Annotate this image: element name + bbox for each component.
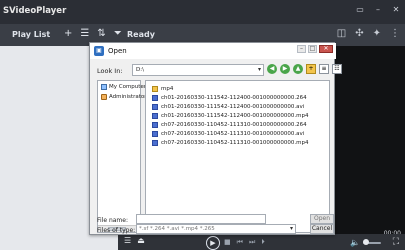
- file-name: ch07-20160330-110452-111310-001000000000…: [161, 140, 309, 146]
- dialog-nav-buttons: ◀ ▶ ▲ + ≡ ☷: [267, 64, 342, 74]
- look-in-select[interactable]: D:\ ▾: [132, 64, 264, 76]
- file-row[interactable]: ch07-20160330-110452-111310-001000000000…: [152, 121, 307, 129]
- more-icon[interactable]: ⋮: [390, 29, 400, 39]
- filter-icon[interactable]: ⏷: [114, 29, 122, 39]
- new-folder-icon[interactable]: +: [306, 64, 316, 74]
- player-controls: ☰ ⏏ ▶ ■ ⏮ ⏭ ⏵ 🔈 ⛶: [118, 234, 405, 250]
- computer-icon: [101, 84, 107, 90]
- places-sidebar: My Computer Administrator: [97, 80, 147, 233]
- file-name: ch01-20160330-111542-112400-001000000000…: [161, 95, 307, 101]
- back-icon[interactable]: ◀: [267, 64, 277, 74]
- transport-controls: ■ ⏮ ⏭ ⏵: [224, 238, 265, 247]
- list-icon[interactable]: ☰: [80, 29, 89, 39]
- status-text: Ready: [127, 30, 155, 39]
- files-of-type-label: Files of type:: [97, 227, 136, 234]
- playlist-label: Play List: [12, 30, 51, 39]
- restore-icon[interactable]: –: [373, 6, 383, 16]
- dialog-minimize-icon[interactable]: –: [297, 45, 306, 53]
- fullscreen-icon[interactable]: ⛶: [393, 237, 399, 247]
- volume-control[interactable]: 🔈: [350, 238, 381, 247]
- pin-icon[interactable]: ✦: [373, 29, 381, 39]
- step-icon[interactable]: ⏵: [261, 238, 265, 247]
- dialog-maximize-icon[interactable]: □: [308, 45, 317, 53]
- volume-knob[interactable]: [363, 238, 369, 245]
- place-label: My Computer: [109, 84, 147, 90]
- minimize-icon[interactable]: ▭: [355, 6, 365, 16]
- window-controls: ▭ – ✕: [355, 6, 401, 16]
- file-row[interactable]: ch01-20160330-111542-112400-001000000000…: [152, 94, 307, 102]
- app-title: SVideoPlayer: [3, 6, 67, 16]
- place-label: Administrator: [109, 94, 147, 100]
- app-window: SVideoPlayer ▭ – ✕ Play List + ☰ ⇅ ⏷ Rea…: [0, 0, 405, 250]
- open-file-dialog: ▣ Open – □ ✕ Look In: D:\ ▾ ◀ ▶ ▲ + ≡ ☷ …: [89, 42, 342, 235]
- chevron-down-icon: ▾: [289, 225, 293, 232]
- file-row[interactable]: ch01-20160330-111542-112400-001000000000…: [152, 112, 309, 120]
- menu-icon[interactable]: ☰: [124, 237, 131, 245]
- screenshot-icon[interactable]: ◫: [337, 29, 346, 39]
- video-file-icon: [152, 131, 158, 137]
- open-button[interactable]: Open: [310, 214, 334, 224]
- forward-icon[interactable]: ▶: [280, 64, 290, 74]
- dialog-title: Open: [108, 47, 127, 55]
- file-name: ch01-20160330-111542-112400-001000000000…: [161, 104, 305, 110]
- folder-icon: [152, 86, 158, 92]
- next-icon[interactable]: ⏭: [249, 238, 255, 247]
- files-of-type-value: *.sf *.264 *.avi *.mp4 *.265: [139, 226, 215, 232]
- file-list: mp4 ch01-20160330-111542-112400-00100000…: [145, 80, 330, 233]
- play-icon: ▶: [210, 239, 216, 247]
- file-row[interactable]: ch01-20160330-111542-112400-001000000000…: [152, 103, 304, 111]
- play-button[interactable]: ▶: [206, 236, 220, 250]
- toolbar-right-actions: ◫ ✣ ✦ ⋮: [337, 29, 400, 39]
- crop-icon[interactable]: ✣: [355, 29, 363, 39]
- file-name: mp4: [161, 86, 174, 92]
- look-in-label: Look In:: [97, 67, 123, 75]
- playlist-actions: + ☰ ⇅ ⏷: [64, 29, 122, 39]
- file-name-label: File name:: [97, 217, 128, 224]
- dialog-window-controls: – □ ✕: [297, 45, 333, 53]
- list-view-icon[interactable]: ≡: [319, 64, 329, 74]
- file-name: ch01-20160330-111542-112400-001000000000…: [161, 113, 309, 119]
- place-my-computer[interactable]: My Computer: [101, 84, 146, 90]
- user-icon: [101, 94, 107, 100]
- close-icon[interactable]: ✕: [391, 6, 401, 16]
- video-file-icon: [152, 104, 158, 110]
- chevron-down-icon: ▾: [257, 66, 261, 73]
- file-name: ch07-20160330-110452-111310-001000000000…: [161, 122, 307, 128]
- volume-icon[interactable]: 🔈: [350, 238, 360, 247]
- video-file-icon: [152, 140, 158, 146]
- look-in-value: D:\: [136, 67, 144, 73]
- file-row[interactable]: mp4: [152, 85, 173, 93]
- place-administrator[interactable]: Administrator: [101, 94, 147, 100]
- dialog-app-icon: ▣: [94, 46, 104, 56]
- title-bar: SVideoPlayer ▭ – ✕: [0, 0, 405, 24]
- dialog-titlebar: ▣ Open – □ ✕: [90, 43, 336, 59]
- eject-icon[interactable]: ⏏: [137, 237, 145, 245]
- video-file-icon: [152, 122, 158, 128]
- file-name: ch07-20160330-110452-111310-001000000000…: [161, 131, 305, 137]
- prev-icon[interactable]: ⏮: [237, 238, 243, 247]
- file-name-input[interactable]: [136, 214, 266, 224]
- video-file-icon: [152, 113, 158, 119]
- stop-icon[interactable]: ■: [224, 238, 231, 247]
- cancel-button[interactable]: Cancel: [310, 224, 334, 234]
- video-file-icon: [152, 95, 158, 101]
- files-of-type-select[interactable]: *.sf *.264 *.avi *.mp4 *.265 ▾: [136, 224, 296, 234]
- volume-slider[interactable]: [363, 238, 381, 245]
- up-icon[interactable]: ▲: [293, 64, 303, 74]
- dialog-close-icon[interactable]: ✕: [319, 45, 333, 53]
- sort-icon[interactable]: ⇅: [97, 29, 105, 39]
- left-controls: ☰ ⏏: [124, 237, 145, 245]
- file-row[interactable]: ch07-20160330-110452-111310-001000000000…: [152, 130, 304, 138]
- file-row[interactable]: ch07-20160330-110452-111310-001000000000…: [152, 139, 309, 147]
- detail-view-icon[interactable]: ☷: [332, 64, 342, 74]
- plus-icon[interactable]: +: [64, 29, 72, 39]
